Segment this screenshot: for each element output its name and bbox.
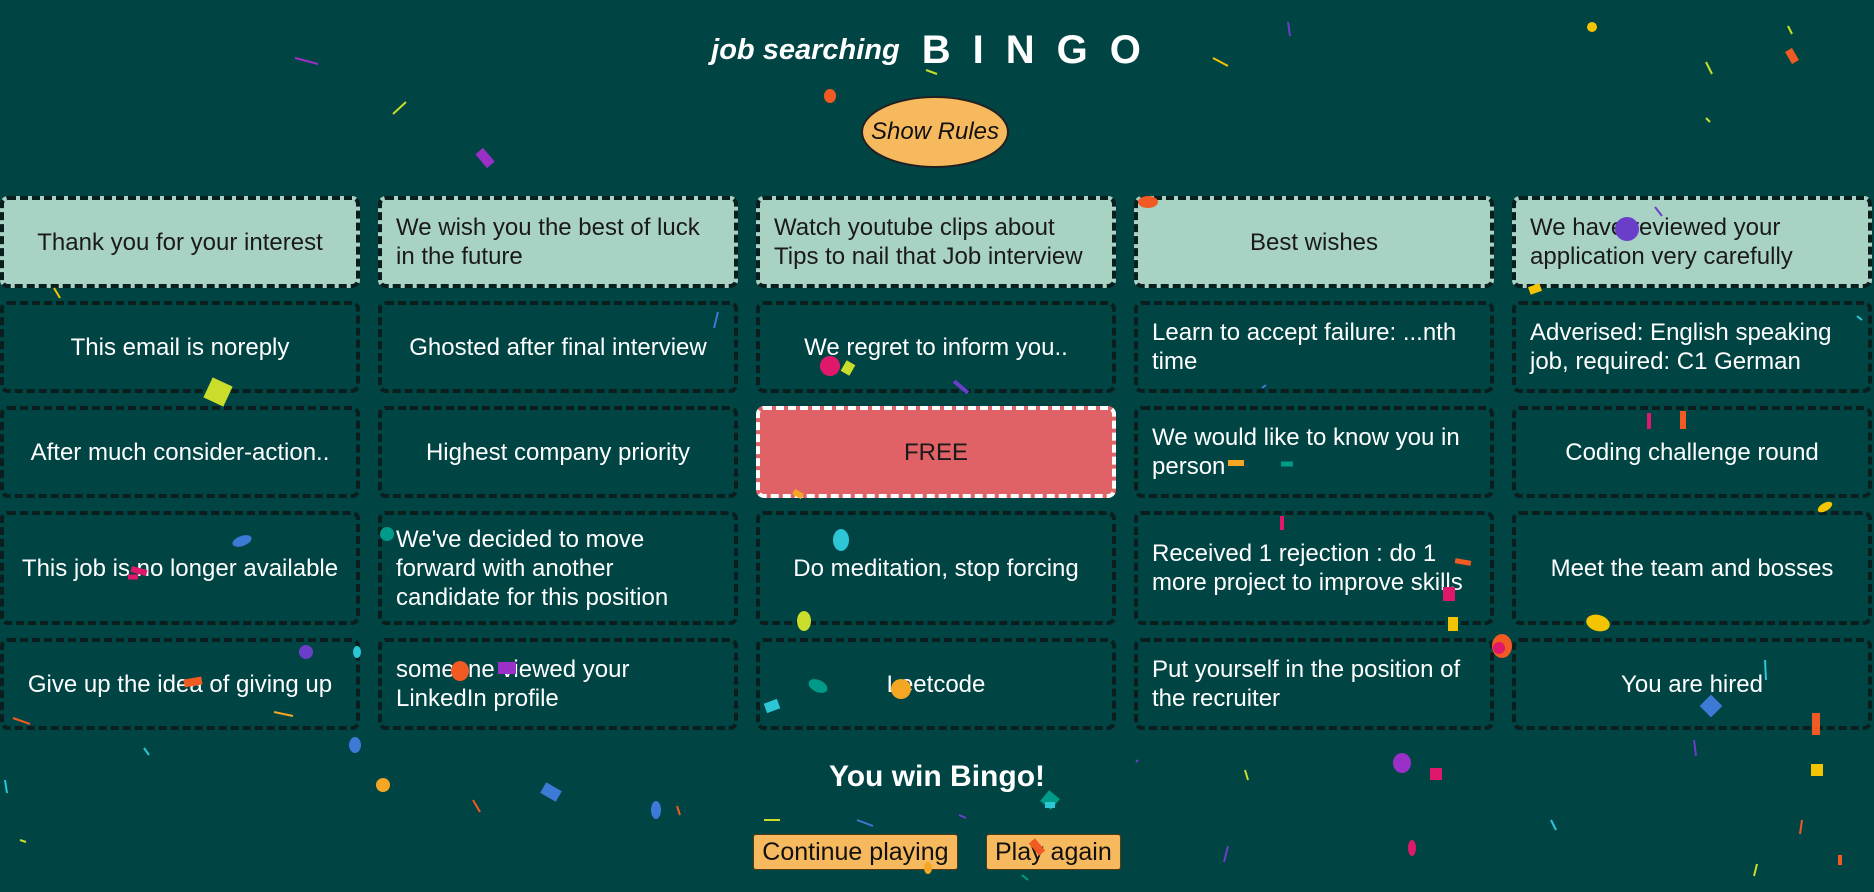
bingo-cell[interactable]: Adverised: English speaking job, require… [1512, 301, 1872, 393]
bingo-cell[interactable]: This email is noreply [0, 301, 360, 393]
confetti-piece [475, 147, 495, 169]
bingo-cell[interactable]: We have reviewed your application very c… [1512, 196, 1872, 288]
play-again-button[interactable]: Play again [985, 834, 1121, 870]
bingo-cell-label: We would like to know you in person [1152, 424, 1460, 480]
bingo-cell[interactable]: We wish you the best of luck in the futu… [378, 196, 738, 288]
title-bingo: BINGO [921, 28, 1163, 72]
bingo-cell[interactable]: Received 1 rejection : do 1 more project… [1134, 511, 1494, 625]
bingo-cell-label: Coding challenge round [1565, 438, 1819, 466]
confetti-piece [1045, 802, 1055, 808]
bingo-cell[interactable]: someone viewed your LinkedIn profile [378, 638, 738, 730]
bingo-cell-label: Put yourself in the position of the recr… [1152, 656, 1461, 712]
bingo-cell-label: Meet the team and bosses [1550, 554, 1834, 582]
bingo-cell-label: This job is no longer available [21, 554, 339, 582]
bingo-board: Thank you for your interest We wish you t… [0, 196, 1874, 730]
bingo-cell-label: We've decided to move forward with anoth… [396, 525, 669, 611]
page-title: job searching BINGO [0, 28, 1874, 73]
bingo-cell[interactable]: We've decided to move forward with anoth… [378, 511, 738, 625]
bingo-cell-label: After much consider-action.. [30, 438, 330, 466]
confetti-streamer [472, 799, 481, 813]
bingo-cell-label: Best wishes [1249, 228, 1379, 256]
confetti-streamer [676, 805, 681, 816]
bingo-cell-label: someone viewed your LinkedIn profile [396, 656, 630, 712]
bingo-cell-label: Ghosted after final interview [409, 333, 707, 361]
bingo-cell-label: We have reviewed your application very c… [1530, 214, 1793, 270]
bingo-cell[interactable]: This job is no longer available [0, 511, 360, 625]
bingo-cell[interactable]: Put yourself in the position of the recr… [1134, 638, 1494, 730]
bingo-cell-label: Highest company priority [425, 438, 691, 466]
bingo-cell-label: Thank you for your interest [37, 228, 323, 256]
bingo-cell[interactable]: Ghosted after final interview [378, 301, 738, 393]
action-bar: Continue playing Play again [0, 834, 1874, 870]
bingo-cell[interactable]: Do meditation, stop forcing [756, 511, 1116, 625]
confetti-streamer [856, 819, 874, 827]
confetti-streamer [1799, 819, 1803, 835]
bingo-cell[interactable]: We would like to know you in person [1134, 406, 1494, 498]
bingo-page: job searching BINGO Show Rules Thank you … [0, 0, 1874, 892]
bingo-cell-label: This email is noreply [70, 333, 290, 361]
win-message: You win Bingo! [828, 760, 1046, 793]
confetti-dot [651, 801, 661, 819]
bingo-cell-free[interactable]: FREE [756, 406, 1116, 498]
bingo-cell-label: Watch youtube clips about Tips to nail t… [774, 214, 1083, 270]
bingo-cell-label: Do meditation, stop forcing [793, 554, 1079, 582]
bingo-cell[interactable]: After much consider-action.. [0, 406, 360, 498]
title-subtitle: job searching [711, 34, 900, 66]
bingo-cell[interactable]: Best wishes [1134, 196, 1494, 288]
confetti-streamer [1693, 739, 1697, 757]
confetti-streamer [1705, 117, 1711, 123]
bingo-cell-label: We wish you the best of luck in the futu… [396, 214, 700, 270]
confetti-streamer [1550, 819, 1557, 831]
bingo-cell-label: Adverised: English speaking job, require… [1530, 319, 1832, 375]
bingo-cell-label: Leetcode [886, 670, 986, 698]
bingo-cell[interactable]: You are hired [1512, 638, 1872, 730]
bingo-cell-label: Received 1 rejection : do 1 more project… [1152, 540, 1463, 596]
show-rules-button[interactable]: Show Rules [861, 96, 1009, 168]
bingo-cell[interactable]: Meet the team and bosses [1512, 511, 1872, 625]
bingo-cell[interactable]: Highest company priority [378, 406, 738, 498]
continue-playing-button[interactable]: Continue playing [753, 834, 958, 870]
bingo-cell[interactable]: Leetcode [756, 638, 1116, 730]
bingo-cell[interactable]: Thank you for your interest [0, 196, 360, 288]
bingo-cell-label: FREE [903, 438, 968, 466]
confetti-streamer [958, 814, 967, 819]
confetti-streamer [392, 101, 407, 115]
bingo-cell[interactable]: Coding challenge round [1512, 406, 1872, 498]
confetti-dot [349, 737, 361, 753]
bingo-cell[interactable]: We regret to inform you.. [756, 301, 1116, 393]
bingo-cell[interactable]: Watch youtube clips about Tips to nail t… [756, 196, 1116, 288]
bingo-cell[interactable]: Give up the idea of giving up [0, 638, 360, 730]
bingo-cell-label: Give up the idea of giving up [27, 670, 333, 698]
confetti-dot [824, 89, 836, 103]
bingo-cell-label: We regret to inform you.. [804, 333, 1068, 361]
confetti-streamer [143, 747, 150, 756]
bingo-cell-label: Learn to accept failure: ...nth time [1152, 319, 1457, 375]
bingo-cell[interactable]: Learn to accept failure: ...nth time [1134, 301, 1494, 393]
confetti-streamer [1021, 874, 1029, 881]
bingo-cell-label: You are hired [1621, 670, 1763, 698]
